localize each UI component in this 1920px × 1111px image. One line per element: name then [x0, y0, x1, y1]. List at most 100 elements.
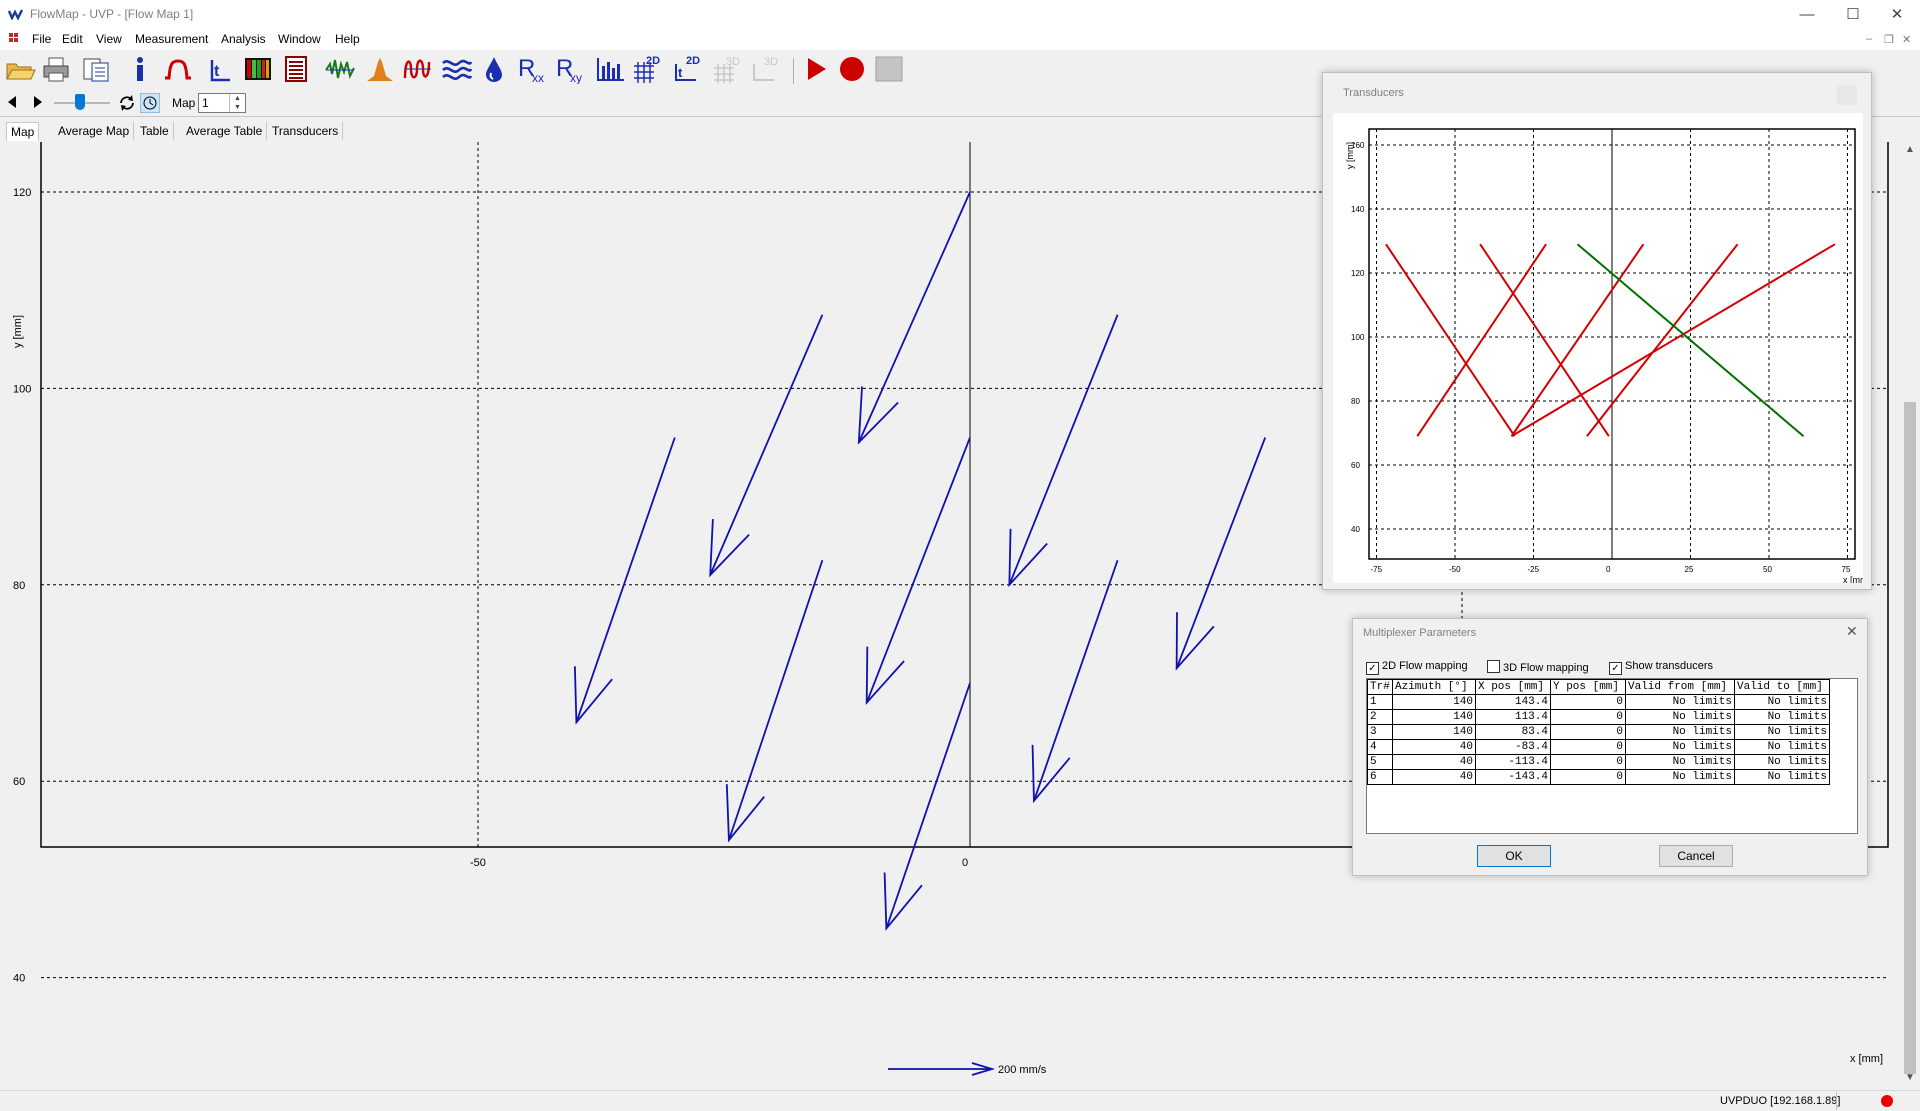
- vertical-scrollbar[interactable]: ▲ ▼: [1900, 142, 1920, 1088]
- column-header[interactable]: Y pos [mm]: [1550, 679, 1626, 695]
- grid-menu-icon[interactable]: [9, 33, 21, 45]
- table-cell[interactable]: No limits: [1625, 754, 1735, 770]
- table-cell[interactable]: 3: [1367, 724, 1393, 740]
- table-cell[interactable]: -83.4: [1475, 739, 1551, 755]
- table-cell[interactable]: No limits: [1734, 724, 1830, 740]
- table-cell[interactable]: 143.4: [1475, 694, 1551, 710]
- column-header[interactable]: Valid from [mm]: [1625, 679, 1735, 695]
- table-cell[interactable]: No limits: [1625, 694, 1735, 710]
- grid-2d-icon[interactable]: 2D: [632, 54, 664, 84]
- table-cell[interactable]: No limits: [1625, 724, 1735, 740]
- scroll-thumb[interactable]: [1904, 402, 1916, 1074]
- checkbox-2d-flow-mapping[interactable]: ✓ 2D Flow mapping: [1366, 660, 1468, 675]
- checkbox-show-box[interactable]: ✓: [1609, 662, 1622, 675]
- menu-measurement[interactable]: Measurement: [135, 32, 208, 46]
- table-cell[interactable]: 5: [1367, 754, 1393, 770]
- table-cell[interactable]: No limits: [1734, 769, 1830, 785]
- table-cell[interactable]: 40: [1392, 739, 1476, 755]
- transducers-window[interactable]: Transducers -75 -50 -25 0 25 50 75 160 140 120 100…: [1322, 72, 1872, 590]
- table-cell[interactable]: No limits: [1625, 739, 1735, 755]
- table-cell[interactable]: 40: [1392, 754, 1476, 770]
- tab-table[interactable]: Table: [136, 122, 174, 140]
- map-slider-thumb[interactable]: [75, 94, 85, 110]
- checkbox-2d-box[interactable]: ✓: [1366, 662, 1379, 675]
- table-cell[interactable]: 140: [1392, 694, 1476, 710]
- scroll-up-icon[interactable]: ▲: [1905, 144, 1915, 155]
- checkbox-3d-box[interactable]: [1487, 660, 1500, 673]
- menu-view[interactable]: View: [96, 32, 122, 46]
- checkbox-3d-flow-mapping[interactable]: 3D Flow mapping: [1487, 660, 1589, 674]
- table-row[interactable]: 4 40 -83.4 0 No limits No limits: [1367, 739, 1830, 755]
- time-axis-icon[interactable]: t: [202, 54, 234, 84]
- table-view-icon[interactable]: [280, 54, 312, 84]
- drop-icon[interactable]: [478, 54, 510, 84]
- multiplexer-dialog[interactable]: Multiplexer Parameters ✕ ✓ 2D Flow mappin…: [1352, 618, 1868, 876]
- table-cell[interactable]: No limits: [1734, 709, 1830, 725]
- table-cell[interactable]: 6: [1367, 769, 1393, 785]
- table-row[interactable]: 3 140 83.4 0 No limits No limits: [1367, 724, 1830, 740]
- stepper-arrows-icon[interactable]: ▲ ▼: [229, 94, 245, 112]
- maximize-button[interactable]: ☐: [1830, 0, 1876, 30]
- print-preview-icon[interactable]: [80, 54, 112, 84]
- stop-icon[interactable]: [873, 54, 905, 84]
- mdi-restore-button[interactable]: ❐: [1884, 33, 1894, 46]
- ok-button[interactable]: OK: [1477, 845, 1551, 867]
- column-header[interactable]: Valid to [mm]: [1734, 679, 1830, 695]
- checkbox-show-transducers[interactable]: ✓ Show transducers: [1609, 660, 1713, 675]
- refresh-icon[interactable]: [118, 94, 136, 112]
- table-cell[interactable]: No limits: [1625, 769, 1735, 785]
- rxy-icon[interactable]: R xy: [554, 54, 586, 84]
- table-cell[interactable]: 1: [1367, 694, 1393, 710]
- mdi-close-button[interactable]: ✕: [1902, 33, 1911, 46]
- table-row[interactable]: 5 40 -113.4 0 No limits No limits: [1367, 754, 1830, 770]
- previous-icon[interactable]: [6, 95, 18, 109]
- table-cell[interactable]: 4: [1367, 739, 1393, 755]
- table-cell[interactable]: 0: [1550, 709, 1626, 725]
- table-cell[interactable]: 113.4: [1475, 709, 1551, 725]
- table-cell[interactable]: 0: [1550, 769, 1626, 785]
- 2d-axis-icon[interactable]: t 2D: [672, 54, 704, 84]
- mdi-minimize-button[interactable]: –: [1866, 33, 1872, 45]
- info-icon[interactable]: [124, 54, 156, 84]
- table-cell[interactable]: 0: [1550, 694, 1626, 710]
- table-cell[interactable]: 140: [1392, 724, 1476, 740]
- print-icon[interactable]: [40, 54, 72, 84]
- tab-average-map[interactable]: Average Map: [54, 122, 135, 140]
- menu-window[interactable]: Window: [278, 32, 321, 46]
- table-cell[interactable]: 0: [1550, 739, 1626, 755]
- color-bars-icon[interactable]: [242, 54, 274, 84]
- rxx-icon[interactable]: R xx: [516, 54, 548, 84]
- scroll-down-icon[interactable]: ▼: [1905, 1072, 1915, 1083]
- menu-edit[interactable]: Edit: [62, 32, 83, 46]
- signal-icon[interactable]: [324, 54, 356, 84]
- transducers-close-button[interactable]: [1837, 85, 1857, 105]
- table-cell[interactable]: No limits: [1734, 754, 1830, 770]
- table-cell[interactable]: No limits: [1734, 739, 1830, 755]
- cancel-button[interactable]: Cancel: [1659, 845, 1733, 867]
- map-number-value[interactable]: 1: [202, 96, 209, 110]
- menu-file[interactable]: File: [32, 32, 51, 46]
- table-cell[interactable]: 83.4: [1475, 724, 1551, 740]
- column-header[interactable]: X pos [mm]: [1475, 679, 1551, 695]
- table-cell[interactable]: 2: [1367, 709, 1393, 725]
- table-cell[interactable]: 0: [1550, 724, 1626, 740]
- play-icon[interactable]: [800, 54, 832, 84]
- menu-analysis[interactable]: Analysis: [221, 32, 266, 46]
- record-icon[interactable]: [836, 54, 868, 84]
- table-row[interactable]: 6 40 -143.4 0 No limits No limits: [1367, 769, 1830, 785]
- table-row[interactable]: 1 140 143.4 0 No limits No limits: [1367, 694, 1830, 710]
- table-cell[interactable]: 0: [1550, 754, 1626, 770]
- table-cell[interactable]: 140: [1392, 709, 1476, 725]
- next-icon[interactable]: [32, 95, 44, 109]
- minimize-button[interactable]: —: [1784, 0, 1830, 30]
- tab-average-table[interactable]: Average Table: [182, 122, 268, 140]
- close-button[interactable]: ✕: [1874, 0, 1920, 30]
- column-header[interactable]: Azimuth [°]: [1392, 679, 1476, 695]
- table-cell[interactable]: -143.4: [1475, 769, 1551, 785]
- bar-chart-icon[interactable]: [594, 54, 626, 84]
- table-row[interactable]: 2 140 113.4 0 No limits No limits: [1367, 709, 1830, 725]
- tab-transducers[interactable]: Transducers: [268, 122, 344, 140]
- wave-icon[interactable]: [402, 54, 434, 84]
- table-cell[interactable]: No limits: [1734, 694, 1830, 710]
- history-clock-icon[interactable]: [140, 93, 160, 113]
